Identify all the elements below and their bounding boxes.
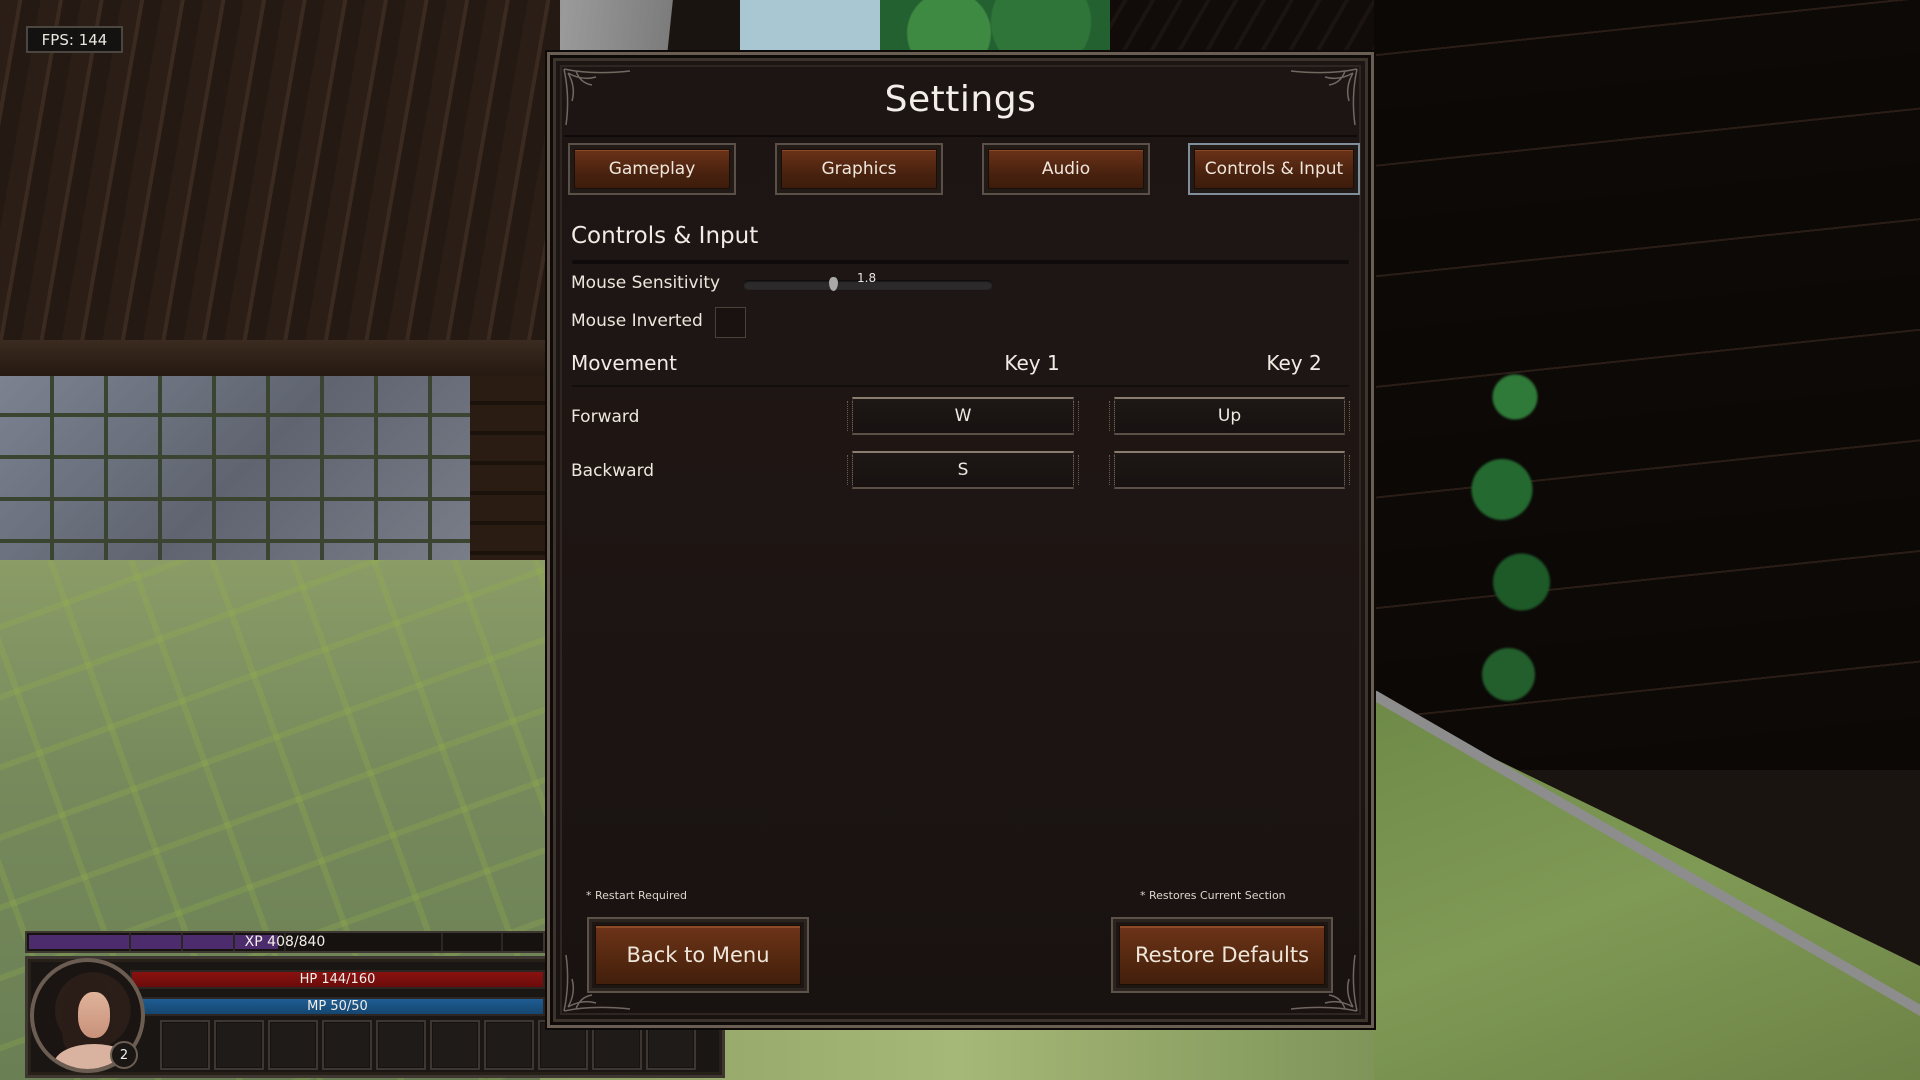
xp-text: XP 408/840 xyxy=(244,934,326,950)
mouse-sensitivity-label: Mouse Sensitivity xyxy=(571,273,721,293)
settings-dialog: Settings Gameplay Graphics Audio Control… xyxy=(547,52,1374,1028)
section-divider xyxy=(572,260,1349,264)
mp-text: MP 50/50 xyxy=(307,999,368,1014)
hotbar-slot[interactable] xyxy=(376,1020,426,1070)
footnote-restores-section: * Restores Current Section xyxy=(1140,889,1286,902)
wooden-door xyxy=(470,376,550,581)
tab-label: Audio xyxy=(988,149,1144,189)
binding-backward-key1[interactable]: S xyxy=(847,451,1079,489)
tab-graphics[interactable]: Graphics xyxy=(775,143,943,195)
xp-bar: XP 408/840 xyxy=(25,931,545,953)
cobblestone-wall xyxy=(0,376,470,581)
bindings-divider xyxy=(572,385,1349,387)
binding-backward-label: Backward xyxy=(571,461,655,481)
hotbar-slot[interactable] xyxy=(214,1020,264,1070)
binding-forward-label: Forward xyxy=(571,407,640,427)
tab-controls-input[interactable]: Controls & Input xyxy=(1188,143,1360,195)
mouse-sensitivity-slider[interactable]: 1.8 xyxy=(743,271,993,291)
hp-bar: HP 144/160 xyxy=(130,970,545,989)
tab-label: Gameplay xyxy=(574,149,730,189)
hotbar-slot[interactable] xyxy=(430,1020,480,1070)
binding-forward-key1[interactable]: W xyxy=(847,397,1079,435)
key1-column-header: Key 1 xyxy=(1004,351,1060,375)
slider-value: 1.8 xyxy=(857,271,877,285)
binding-forward-key2[interactable]: Up xyxy=(1109,397,1350,435)
wooden-beam xyxy=(0,340,560,380)
tab-label: Controls & Input xyxy=(1194,149,1354,189)
key2-column-header: Key 2 xyxy=(1266,351,1322,375)
wooden-building-left xyxy=(0,0,560,380)
fps-counter: FPS: 144 xyxy=(26,26,123,53)
hotbar-slot[interactable] xyxy=(484,1020,534,1070)
tab-gameplay[interactable]: Gameplay xyxy=(568,143,736,195)
section-title: Controls & Input xyxy=(571,223,759,249)
mouse-inverted-label: Mouse Inverted xyxy=(571,311,703,331)
sky xyxy=(740,0,890,55)
mouse-inverted-checkbox[interactable] xyxy=(715,307,746,338)
settings-tabs: Gameplay Graphics Audio Controls & Input xyxy=(568,143,1360,195)
level-badge: 2 xyxy=(110,1041,138,1069)
button-label: Restore Defaults xyxy=(1119,925,1325,985)
slider-thumb[interactable] xyxy=(829,277,838,291)
dialog-title: Settings xyxy=(884,79,1037,120)
back-to-menu-button[interactable]: Back to Menu xyxy=(587,917,809,993)
button-label: Back to Menu xyxy=(595,925,801,985)
hotbar-slot[interactable] xyxy=(268,1020,318,1070)
tab-label: Graphics xyxy=(781,149,937,189)
title-divider xyxy=(564,135,1357,137)
panel-inner-border xyxy=(560,65,1361,1015)
mp-bar: MP 50/50 xyxy=(130,997,545,1016)
restore-defaults-button[interactable]: Restore Defaults xyxy=(1111,917,1333,993)
hp-text: HP 144/160 xyxy=(299,972,376,987)
tree-foliage xyxy=(880,0,1110,55)
ivy-vine xyxy=(1450,360,1580,730)
bindings-group-header: Movement xyxy=(571,351,677,375)
portrait-face xyxy=(78,992,110,1038)
footnote-restart-required: * Restart Required xyxy=(586,889,687,902)
binding-backward-key2[interactable] xyxy=(1109,451,1350,489)
hotbar-slot[interactable] xyxy=(160,1020,210,1070)
hotbar-slot[interactable] xyxy=(322,1020,372,1070)
tab-audio[interactable]: Audio xyxy=(982,143,1150,195)
